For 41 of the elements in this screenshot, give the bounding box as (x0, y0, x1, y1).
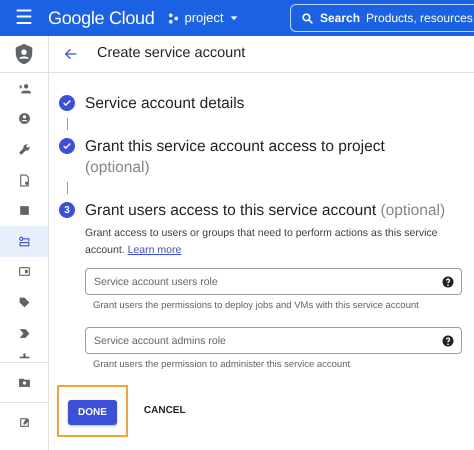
help-icon[interactable] (442, 334, 454, 347)
search-label: Search (320, 10, 360, 27)
field-hint: Grant users the permissions to deploy jobs and VMs with this service account (93, 299, 420, 313)
folder-settings-icon (18, 376, 30, 390)
document-icon (18, 174, 30, 187)
step-optional-label: (optional) (380, 202, 446, 219)
account-circle-icon (18, 112, 30, 126)
search-icon (301, 12, 314, 24)
wrench-icon (18, 142, 30, 156)
key-icon (18, 234, 30, 248)
project-dots-icon (168, 12, 180, 24)
chevron-icon (18, 326, 30, 340)
step-description: Grant access to users or groups that need to perform actions as this service account. Learn more (85, 226, 438, 258)
step-complete-icon (59, 95, 75, 111)
back-arrow-icon[interactable] (63, 46, 79, 62)
step-title: Grant users access to this service account (85, 202, 376, 219)
person-add-icon (18, 82, 30, 95)
learn-more-link[interactable]: Learn more (128, 244, 182, 256)
project-selector[interactable]: project (168, 8, 239, 28)
step-number: 3 (59, 202, 75, 218)
cancel-button[interactable]: CANCEL (144, 403, 186, 418)
role-select-field[interactable]: Service account users role (85, 268, 462, 295)
tag-icon (18, 296, 30, 309)
step-title: Service account details (85, 95, 244, 112)
field-hint: Grant users the permission to administer this service account (93, 358, 352, 372)
brand-logo-text: Google Cloud (48, 6, 154, 30)
search-field[interactable]: Search Products, resources (290, 4, 474, 32)
sidebar-item[interactable] (0, 226, 48, 257)
shield-person-icon (13, 43, 35, 65)
search-placeholder: Products, resources (366, 10, 473, 27)
card-icon (18, 265, 30, 278)
square-icon (18, 204, 30, 218)
help-icon[interactable] (442, 276, 454, 288)
menu-button[interactable]: ☰ (0, 8, 48, 28)
step-title: Grant this service account access to project (85, 138, 385, 155)
step-complete-icon (59, 138, 75, 154)
role-select-field[interactable]: Service account admins role (85, 327, 462, 354)
page-title: Create service account (97, 44, 246, 64)
note-edit-icon (18, 416, 30, 430)
step-optional-label: (optional) (85, 159, 150, 176)
done-button[interactable]: DONE (68, 400, 117, 424)
